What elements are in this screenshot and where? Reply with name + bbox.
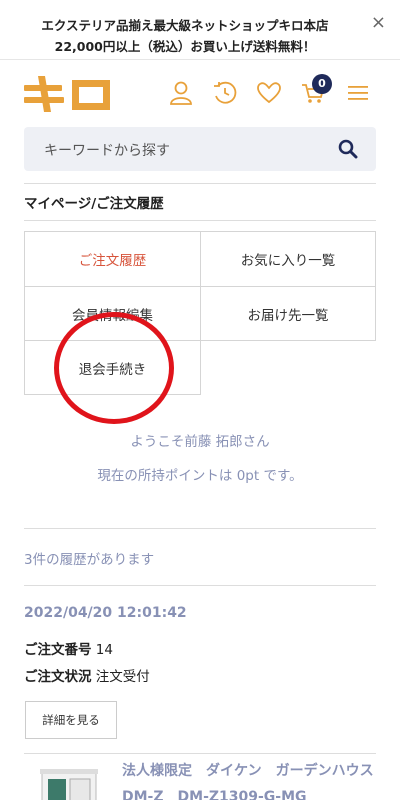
welcome-greeting: ようこそ前藤 拓郎さん xyxy=(130,434,270,450)
order-status-value: 注文受付 xyxy=(95,669,150,685)
history-count: 3件の履歴があります xyxy=(24,552,155,568)
product-image[interactable] xyxy=(36,767,102,800)
order-status-row: ご注文状況 注文受付 xyxy=(24,665,150,685)
annotation-circle xyxy=(54,312,174,424)
order-status-label: ご注文状況 xyxy=(24,669,92,685)
product-name-link[interactable]: 法人様限定 ダイケン ガーデンハウス DM-Z DM-Z1309-G-MG xyxy=(122,758,388,800)
page-title: マイページ/ご注文履歴 xyxy=(24,196,164,212)
divider xyxy=(24,585,376,586)
banner-text-line1: エクステリア品揃え最大級ネットショップキロ本店 xyxy=(41,18,329,33)
history-icon[interactable] xyxy=(212,80,238,106)
view-details-button[interactable]: 詳細を見る xyxy=(25,701,117,739)
heart-icon[interactable] xyxy=(256,80,282,106)
points-balance: 現在の所持ポイントは 0pt です。 xyxy=(97,468,303,484)
order-number-label: ご注文番号 xyxy=(24,642,92,658)
cart-count-badge: 0 xyxy=(312,74,332,94)
order-number-value: 14 xyxy=(95,642,113,658)
menu-delivery-addresses[interactable]: お届け先一覧 xyxy=(200,286,376,341)
site-header xyxy=(0,60,400,122)
divider xyxy=(24,753,376,754)
menu-icon[interactable] xyxy=(345,80,371,106)
top-banner: エクステリア品揃え最大級ネットショップキロ本店 22,000円以上（税込）お買い… xyxy=(0,0,400,60)
banner-text-line2: 22,000円以上（税込）お買い上げ送料無料！ xyxy=(54,39,316,54)
divider xyxy=(24,220,376,221)
divider xyxy=(24,183,376,184)
search-icon[interactable] xyxy=(338,139,358,159)
order-date: 2022/04/20 12:01:42 xyxy=(24,605,187,621)
close-icon[interactable]: × xyxy=(371,14,386,32)
search-input[interactable]: キーワードから探す xyxy=(44,140,170,160)
site-logo[interactable] xyxy=(24,76,112,112)
menu-order-history[interactable]: ご注文履歴 xyxy=(24,231,201,287)
menu-favorites[interactable]: お気に入り一覧 xyxy=(200,231,376,287)
divider xyxy=(24,528,376,529)
user-icon[interactable] xyxy=(168,80,194,106)
search-bar[interactable]: キーワードから探す xyxy=(24,127,376,171)
order-number-row: ご注文番号 14 xyxy=(24,638,113,658)
